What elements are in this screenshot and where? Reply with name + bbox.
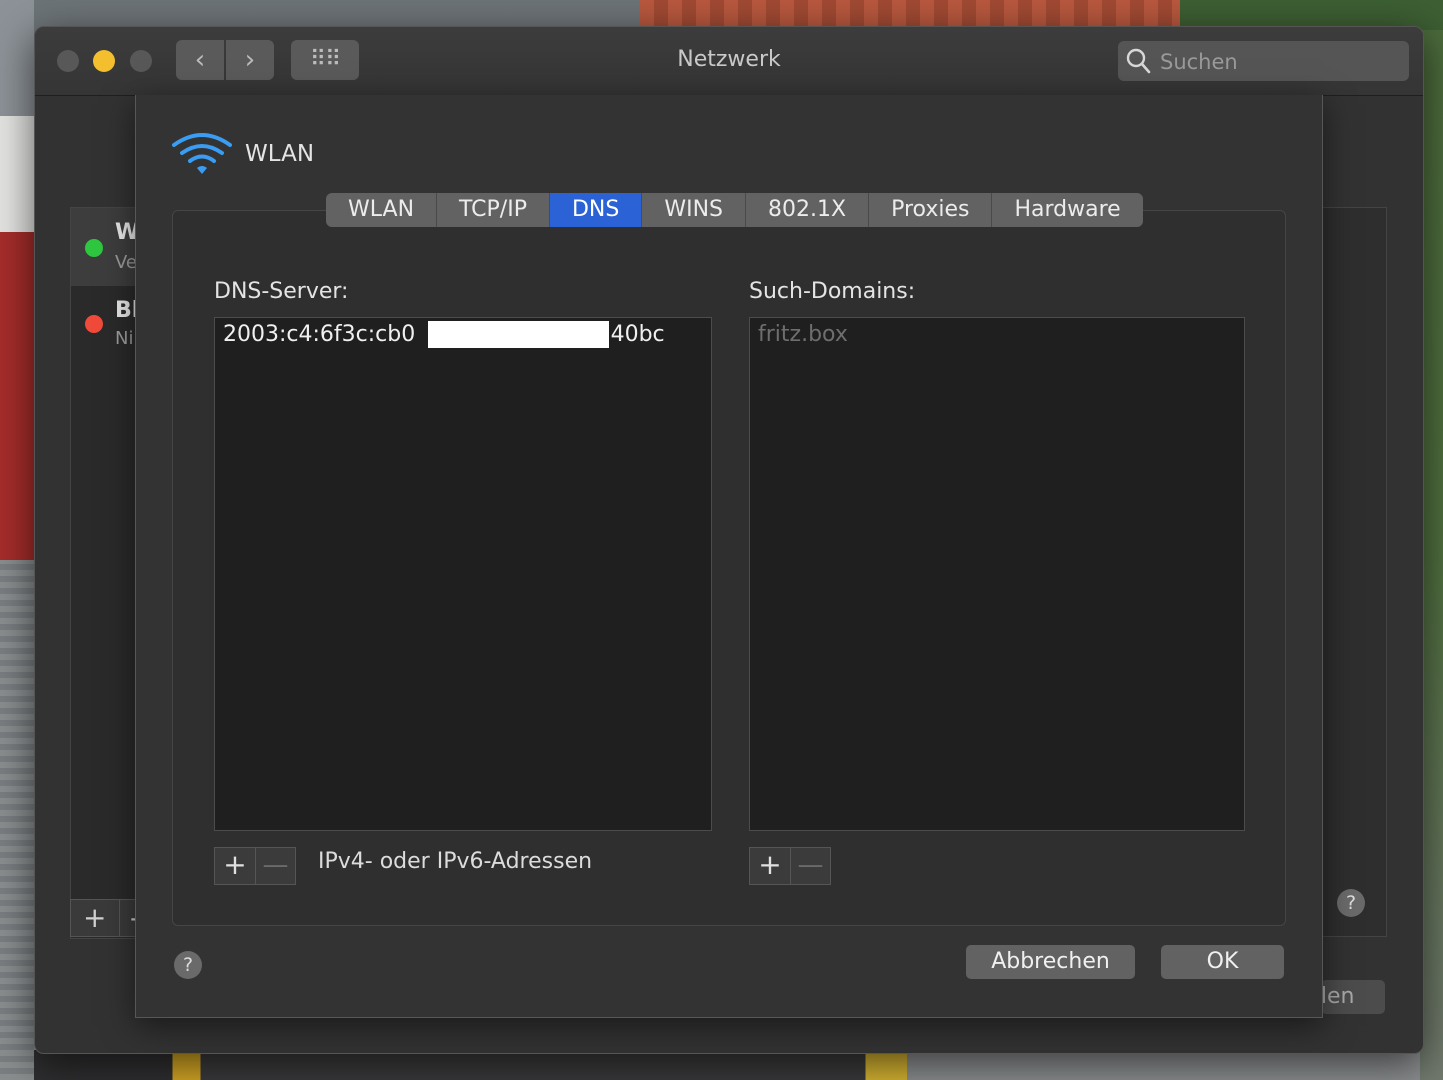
dns-add-remove-control: + — (214, 847, 296, 885)
tab-tcpip[interactable]: TCP/IP (437, 193, 550, 227)
search-field[interactable] (1118, 41, 1409, 83)
advanced-settings-sheet: WLAN WLAN TCP/IP DNS WINS 802.1X Proxies… (135, 95, 1323, 1018)
redaction-block (428, 321, 609, 348)
background-house (0, 0, 34, 580)
help-button[interactable]: ? (174, 951, 202, 979)
tab-wlan[interactable]: WLAN (326, 193, 438, 227)
background-ground (0, 560, 34, 1080)
sheet-title: WLAN (245, 141, 315, 167)
tab-bar: WLAN TCP/IP DNS WINS 802.1X Proxies Hard… (326, 193, 1143, 227)
add-service-button[interactable]: + (83, 900, 106, 936)
search-domain-entry[interactable]: fritz.box (758, 322, 848, 347)
dns-server-label: DNS-Server: (214, 279, 349, 304)
background-help-button[interactable]: ? (1337, 889, 1365, 917)
search-domains-label: Such-Domains: (749, 279, 916, 304)
remove-search-domain-button[interactable]: — (791, 848, 830, 884)
status-dot-red-icon (85, 315, 103, 333)
service-status: Ni (115, 328, 134, 349)
search-domains-add-remove-control: + — (749, 847, 831, 885)
cancel-button[interactable]: Abbrechen (966, 945, 1135, 979)
status-dot-green-icon (85, 239, 103, 257)
apply-button[interactable]: den (1321, 980, 1385, 1014)
tab-dns[interactable]: DNS (549, 193, 643, 227)
details-panel-edge (1320, 207, 1387, 937)
title-bar: ‹ › ⠿⠿ Netzwerk (35, 27, 1423, 96)
ok-button[interactable]: OK (1161, 945, 1284, 979)
tab-8021x[interactable]: 802.1X (746, 193, 870, 227)
service-status: Ve (115, 252, 137, 273)
wifi-icon (172, 133, 232, 174)
search-domains-list[interactable]: fritz.box (749, 317, 1245, 831)
search-input[interactable] (1158, 41, 1402, 83)
dns-server-list[interactable]: 2003:c4:6f3c:cb0 f:40bc (214, 317, 712, 831)
dns-hint-text: IPv4- oder IPv6-Adressen (318, 849, 593, 874)
tab-wins[interactable]: WINS (642, 193, 747, 227)
tab-hardware[interactable]: Hardware (992, 193, 1142, 227)
network-preferences-window: ‹ › ⠿⠿ Netzwerk W Ve Bl Ni + - ? den (34, 26, 1424, 1054)
background-bottom (34, 1050, 1420, 1080)
remove-dns-server-button[interactable]: — (256, 848, 295, 884)
dns-server-address-prefix: 2003:c4:6f3c:cb0 (223, 322, 416, 347)
tab-proxies[interactable]: Proxies (869, 193, 993, 227)
add-search-domain-button[interactable]: + (750, 848, 791, 884)
add-dns-server-button[interactable]: + (215, 848, 256, 884)
search-icon (1126, 47, 1152, 81)
